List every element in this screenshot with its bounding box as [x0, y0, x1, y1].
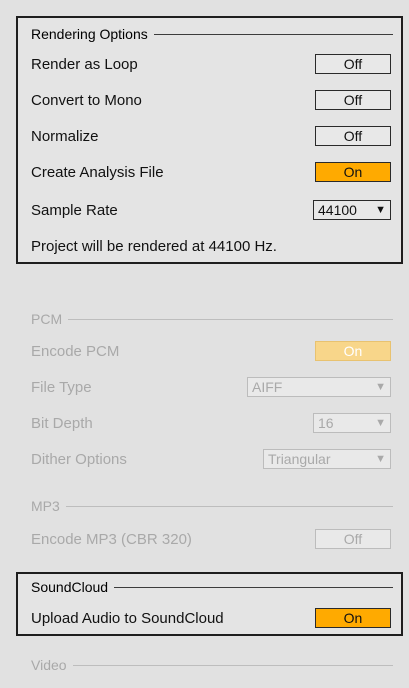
file-type-select[interactable]: AIFF ▼ [247, 377, 391, 397]
convert-to-mono-row: Convert to Mono Off [31, 88, 391, 112]
render-as-loop-label: Render as Loop [31, 55, 138, 73]
divider [114, 586, 393, 588]
sample-rate-select[interactable]: 44100 ▼ [313, 200, 391, 220]
normalize-label: Normalize [31, 127, 99, 145]
divider [153, 33, 393, 35]
upload-soundcloud-toggle[interactable]: On [315, 608, 391, 628]
normalize-toggle[interactable]: Off [315, 126, 391, 146]
sample-rate-value: 44100 [318, 202, 357, 218]
encode-mp3-toggle[interactable]: Off [315, 529, 391, 549]
bit-depth-label: Bit Depth [31, 414, 93, 432]
create-analysis-file-label: Create Analysis File [31, 163, 164, 181]
encode-mp3-label: Encode MP3 (CBR 320) [31, 530, 192, 548]
encode-pcm-label: Encode PCM [31, 342, 120, 360]
upload-soundcloud-label: Upload Audio to SoundCloud [31, 609, 224, 627]
render-as-loop-toggle[interactable]: Off [315, 54, 391, 74]
create-analysis-file-toggle[interactable]: On [315, 162, 391, 182]
file-type-row: File Type AIFF ▼ [31, 375, 391, 399]
render-as-loop-row: Render as Loop Off [31, 52, 391, 76]
caret-down-icon: ▼ [375, 204, 386, 216]
soundcloud-header: SoundCloud [31, 578, 393, 596]
mp3-header: MP3 [31, 497, 393, 515]
bit-depth-select[interactable]: 16 ▼ [313, 413, 391, 433]
upload-soundcloud-row: Upload Audio to SoundCloud On [31, 606, 391, 630]
file-type-value: AIFF [252, 379, 283, 395]
dither-options-value: Triangular [268, 451, 331, 467]
divider [65, 505, 393, 507]
section-title: MP3 [31, 498, 60, 514]
video-header: Video [31, 656, 393, 674]
section-title: PCM [31, 311, 63, 327]
dither-options-row: Dither Options Triangular ▼ [31, 447, 391, 471]
section-title: Rendering Options [31, 26, 148, 42]
encode-pcm-toggle[interactable]: On [315, 341, 391, 361]
normalize-row: Normalize Off [31, 124, 391, 148]
section-title: SoundCloud [31, 579, 109, 595]
dither-options-select[interactable]: Triangular ▼ [263, 449, 391, 469]
section-title: Video [31, 657, 67, 673]
bit-depth-value: 16 [318, 415, 334, 431]
encode-mp3-row: Encode MP3 (CBR 320) Off [31, 527, 391, 551]
caret-down-icon: ▼ [375, 381, 386, 393]
dither-options-label: Dither Options [31, 450, 127, 468]
sample-rate-label: Sample Rate [31, 201, 118, 219]
convert-to-mono-toggle[interactable]: Off [315, 90, 391, 110]
convert-to-mono-label: Convert to Mono [31, 91, 142, 109]
render-info-text: Project will be rendered at 44100 Hz. [31, 238, 277, 255]
create-analysis-file-row: Create Analysis File On [31, 160, 391, 184]
sample-rate-row: Sample Rate 44100 ▼ [31, 198, 391, 222]
encode-pcm-row: Encode PCM On [31, 339, 391, 363]
divider [72, 664, 393, 666]
file-type-label: File Type [31, 378, 92, 396]
pcm-header: PCM [31, 310, 393, 328]
rendering-options-header: Rendering Options [31, 25, 393, 43]
caret-down-icon: ▼ [375, 453, 386, 465]
export-settings-panel: Rendering Options Render as Loop Off Con… [0, 0, 409, 688]
caret-down-icon: ▼ [375, 417, 386, 429]
bit-depth-row: Bit Depth 16 ▼ [31, 411, 391, 435]
divider [68, 318, 393, 320]
